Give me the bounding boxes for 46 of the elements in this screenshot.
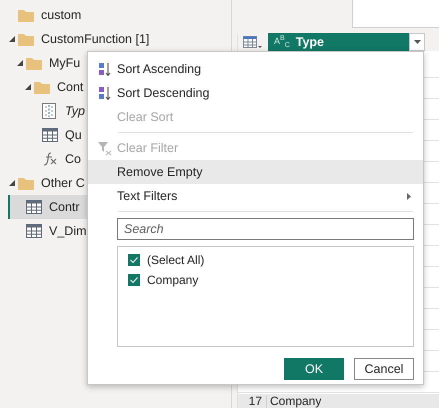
row-number: 17 — [238, 395, 267, 408]
folder-icon — [18, 32, 34, 46]
tree-item-label[interactable]: Qu — [65, 128, 82, 142]
caret-icon — [414, 40, 420, 44]
tree-item-label[interactable]: Co — [65, 152, 81, 166]
clear-filter-icon — [98, 140, 112, 156]
folder-icon — [26, 56, 42, 70]
cancel-button[interactable]: Cancel — [354, 358, 414, 380]
ok-button[interactable]: OK — [284, 358, 344, 380]
folder-icon — [18, 176, 34, 190]
tree-item-label[interactable]: Typ — [65, 104, 85, 118]
column-name: Type — [296, 35, 324, 49]
table-grid-icon — [243, 36, 263, 48]
menu-item[interactable]: Text Filters — [88, 184, 423, 208]
table-icon — [26, 224, 42, 238]
folder-icon — [18, 8, 34, 22]
search-field[interactable]: Search — [117, 218, 414, 240]
submenu-arrow-icon — [407, 193, 411, 200]
folder-icon — [34, 80, 50, 94]
filter-dropdown-button[interactable] — [409, 33, 425, 51]
tree-item-label[interactable]: V_Dim — [49, 224, 87, 238]
function-icon — [42, 152, 58, 166]
tree-item-label[interactable]: custom — [41, 8, 82, 22]
column-header[interactable]: A$^{B}$$_{C}$ Type — [268, 33, 425, 51]
tree-item-label[interactable]: Other C — [41, 176, 85, 190]
tree-item-label[interactable]: Cont — [57, 80, 84, 94]
menu-item[interactable]: Sort Descending — [88, 81, 423, 105]
tree-item-label[interactable]: MyFu — [49, 56, 80, 70]
parameter-icon — [42, 103, 56, 119]
sort-ascending-icon — [98, 62, 111, 76]
checkbox[interactable] — [128, 274, 140, 286]
table-icon — [42, 128, 58, 142]
expanded-arrow-icon[interactable] — [9, 36, 15, 42]
table-cell-text: Company — [269, 395, 322, 408]
menu-item[interactable]: Remove Empty — [88, 160, 423, 184]
checkbox-label[interactable]: (Select All) — [147, 253, 204, 267]
table-icon — [26, 200, 42, 214]
checkbox-label[interactable]: Company — [147, 273, 198, 287]
tree-item-label[interactable]: CustomFunction [1] — [41, 32, 150, 46]
tree-item-label[interactable]: Contr — [49, 200, 80, 214]
menu-item[interactable]: Sort Ascending — [88, 57, 423, 81]
expanded-arrow-icon[interactable] — [9, 180, 15, 186]
checkbox[interactable] — [128, 254, 140, 266]
expanded-arrow-icon[interactable] — [25, 84, 31, 90]
expanded-arrow-icon[interactable] — [17, 60, 23, 66]
sort-descending-icon — [98, 86, 111, 100]
